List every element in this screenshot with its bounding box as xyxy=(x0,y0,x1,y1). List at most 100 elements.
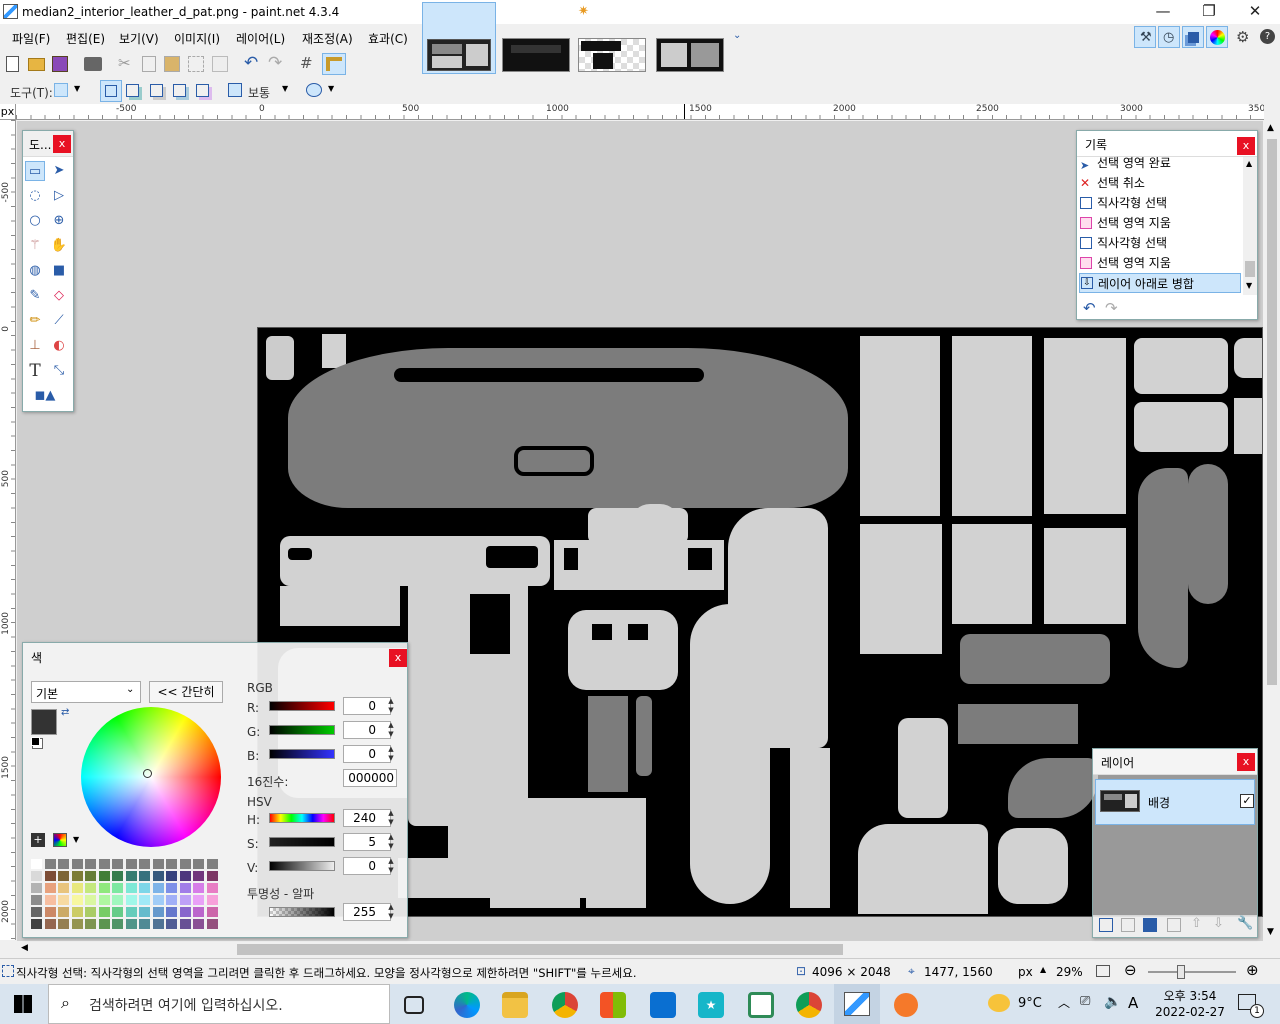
network-icon[interactable]: ⎚ xyxy=(1080,994,1090,1009)
help-icon[interactable]: ? xyxy=(1260,29,1275,44)
zoom-to-window-icon[interactable] xyxy=(1096,965,1110,977)
palette-swatch[interactable] xyxy=(193,907,204,917)
gradient-tool-icon[interactable]: ■ xyxy=(49,261,69,281)
save-disk-icon[interactable] xyxy=(52,56,68,72)
tray-chevron-icon[interactable]: ︿ xyxy=(1058,994,1070,1011)
v-input[interactable]: 0 xyxy=(343,857,391,875)
blender-icon[interactable] xyxy=(894,993,918,1017)
palette-swatch[interactable] xyxy=(31,919,42,929)
menu-file[interactable]: 파일(F) xyxy=(12,30,50,47)
blend-mode-value[interactable]: 보통 xyxy=(248,84,270,101)
palette-grid[interactable] xyxy=(31,859,225,931)
palette-swatch[interactable] xyxy=(139,871,150,881)
colors-window-toggle-icon[interactable] xyxy=(1206,26,1228,48)
palette-swatch[interactable] xyxy=(139,919,150,929)
paint-bucket-tool-icon[interactable]: ◍ xyxy=(25,261,45,281)
pan-tool-icon[interactable]: ✋ xyxy=(49,236,69,256)
mail-icon[interactable] xyxy=(650,992,676,1018)
palette-swatch[interactable] xyxy=(58,859,69,869)
palette-swatch[interactable] xyxy=(166,919,177,929)
palette-swatch[interactable] xyxy=(112,919,123,929)
selection-quality-icon[interactable] xyxy=(306,83,322,97)
selection-mode-replace-icon[interactable] xyxy=(100,80,122,102)
eraser-tool-icon[interactable]: ◇ xyxy=(49,286,69,306)
menu-view[interactable]: 보기(V) xyxy=(119,30,159,47)
palette-swatch[interactable] xyxy=(58,883,69,893)
vertical-scroll-thumb[interactable] xyxy=(1267,139,1277,685)
horizontal-scroll-thumb[interactable] xyxy=(237,944,843,955)
history-item-selected[interactable]: ⇩ 레이어 아래로 병합 xyxy=(1079,273,1241,293)
cut-icon[interactable]: ✂ xyxy=(118,54,131,72)
g-slider[interactable] xyxy=(269,725,335,735)
selection-mode-union-icon[interactable] xyxy=(126,84,139,97)
r-spinner-icon[interactable]: ▲ ▼ xyxy=(385,697,397,715)
palette-menu-chevron-icon[interactable]: ▼ xyxy=(73,835,79,844)
palette-swatch[interactable] xyxy=(166,907,177,917)
palette-swatch[interactable] xyxy=(112,871,123,881)
palette-swatch[interactable] xyxy=(44,859,56,869)
image-tab-3[interactable] xyxy=(578,38,646,72)
v-slider[interactable] xyxy=(269,861,335,871)
palette-swatch[interactable] xyxy=(44,907,56,917)
settings-gear-icon[interactable]: ⚙ xyxy=(1236,28,1249,46)
palette-swatch[interactable] xyxy=(85,883,96,893)
less-button[interactable]: << 간단히 xyxy=(149,681,223,703)
palette-swatch[interactable] xyxy=(31,859,42,869)
image-tab-4[interactable] xyxy=(656,38,724,72)
palette-swatch[interactable] xyxy=(125,907,137,917)
palette-swatch[interactable] xyxy=(112,859,123,869)
palette-swatch[interactable] xyxy=(71,883,83,893)
history-item[interactable]: 선택 영역 지움 xyxy=(1079,213,1241,233)
move-selection-tool-icon[interactable]: ▷ xyxy=(49,186,69,206)
close-button[interactable]: ✕ xyxy=(1232,0,1278,24)
zoom-slider-thumb[interactable] xyxy=(1177,965,1185,979)
vertical-scrollbar[interactable]: ▲ ▼ xyxy=(1264,121,1280,941)
history-item[interactable]: ➤ 선택 영역 완료 xyxy=(1079,153,1241,173)
minimize-button[interactable]: — xyxy=(1140,0,1186,24)
new-file-icon[interactable] xyxy=(6,56,19,72)
palette-swatch[interactable] xyxy=(139,883,150,893)
history-window-toggle-icon[interactable]: ◷ xyxy=(1158,26,1180,48)
palette-swatch[interactable] xyxy=(71,859,83,869)
palette-swatch[interactable] xyxy=(152,883,164,893)
history-item[interactable]: 직사각형 선택 xyxy=(1079,233,1241,253)
scroll-down-arrow-icon[interactable]: ▼ xyxy=(1267,927,1274,937)
zoom-out-icon[interactable]: ⊖ xyxy=(1124,961,1137,979)
volume-icon[interactable]: 🔈 xyxy=(1104,994,1121,1010)
zoom-slider[interactable] xyxy=(1148,965,1236,979)
colors-panel-close-icon[interactable]: x xyxy=(389,649,407,667)
ellipse-select-tool-icon[interactable]: ○ xyxy=(25,211,45,231)
duplicate-layer-icon[interactable] xyxy=(1143,918,1157,932)
history-item[interactable]: ✕ 선택 취소 xyxy=(1079,173,1241,193)
selection-mode-intersect-icon[interactable] xyxy=(173,84,186,97)
palette-swatch[interactable] xyxy=(31,883,42,893)
move-layer-down-icon[interactable]: ⇩ xyxy=(1213,916,1224,931)
menu-adjustments[interactable]: 재조정(A) xyxy=(302,30,353,47)
primary-color-swatch[interactable] xyxy=(31,709,57,735)
color-picker-tool-icon[interactable]: ⟋ xyxy=(49,311,69,331)
delete-layer-icon[interactable] xyxy=(1121,918,1135,932)
palette-swatch[interactable] xyxy=(166,871,177,881)
s-slider[interactable] xyxy=(269,837,335,847)
palette-swatch[interactable] xyxy=(179,859,191,869)
history-scrollbar[interactable]: ▲ ▼ xyxy=(1243,157,1257,295)
text-tool-icon[interactable]: T xyxy=(25,361,45,381)
palette-select[interactable]: 기본 ⌄ xyxy=(31,681,141,703)
history-redo-icon[interactable]: ↷ xyxy=(1105,299,1118,317)
palette-swatch[interactable] xyxy=(71,895,83,905)
menu-image[interactable]: 이미지(I) xyxy=(174,30,220,47)
palette-swatch[interactable] xyxy=(98,871,110,881)
palette-swatch[interactable] xyxy=(44,895,56,905)
paintnet-taskbar-button[interactable] xyxy=(834,984,880,1024)
green-app-icon[interactable] xyxy=(748,992,774,1018)
palette-swatch[interactable] xyxy=(193,883,204,893)
layer-properties-wrench-icon[interactable]: 🔧 xyxy=(1237,916,1253,931)
palette-swatch[interactable] xyxy=(206,871,218,881)
undo-icon[interactable]: ↶ xyxy=(244,53,258,73)
palette-swatch[interactable] xyxy=(193,919,204,929)
palette-swatch[interactable] xyxy=(152,919,164,929)
palette-swatch[interactable] xyxy=(112,895,123,905)
palette-swatch[interactable] xyxy=(85,919,96,929)
palette-swatch[interactable] xyxy=(125,859,137,869)
r-slider[interactable] xyxy=(269,701,335,711)
